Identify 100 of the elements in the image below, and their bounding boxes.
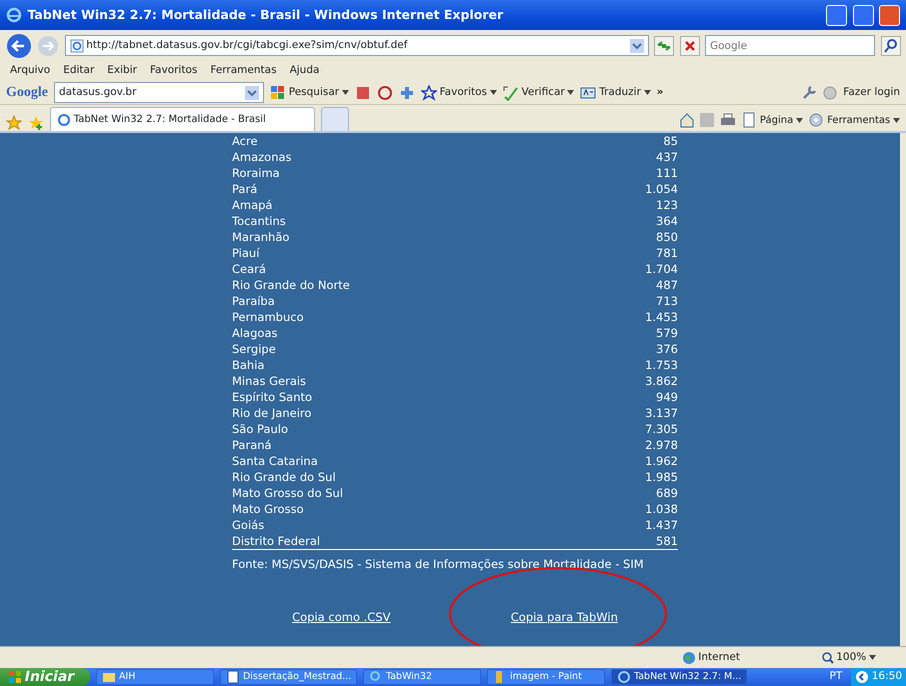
language-indicator[interactable]: PT [826,669,845,685]
state-name: Distrito Federal [232,533,320,549]
user-icon [823,86,838,100]
state-name: Paraná [232,437,272,453]
folder-icon [102,670,116,684]
state-name: Sergipe [232,341,276,357]
stop-icon[interactable] [680,36,700,56]
source-note: Fonte: MS/SVS/DASIS - Sistema de Informações sobre Mortalidade - SIM [232,556,645,572]
state-name: Mato Grosso do Sul [232,485,344,501]
toolbar-search-field[interactable]: datasus.gov.br [54,82,264,103]
refresh-icon[interactable] [654,36,674,56]
menu-item[interactable]: Ferramentas [210,63,277,79]
query-text: datasus.gov.br [59,84,138,100]
state-name: Rio Grande do Sul [232,469,336,485]
maximize-button[interactable] [852,4,874,26]
caret-icon [893,118,900,123]
caret-icon [567,90,574,95]
caret-icon [342,90,349,95]
page-icon [741,112,758,128]
taskbar-button[interactable]: TabNet Win32 2.7: M... [611,669,748,685]
caret-icon [490,90,497,95]
toolbar-button[interactable]: Pesquisar [288,84,349,100]
window-title: TabNet Win32 2.7: Mortalidade - Brasil - Windows Internet Explorer [28,6,504,24]
plus-icon[interactable] [398,84,415,100]
state-name: São Paulo [232,421,288,437]
death-count: 1.753 [645,357,678,373]
death-count: 1.054 [645,181,678,197]
menu-item[interactable]: Ajuda [290,63,320,79]
death-count: 487 [656,277,678,293]
menu-item[interactable]: Favoritos [150,63,198,79]
browser-icon [617,670,632,684]
taskbar-button[interactable]: imagem - Paint [487,669,606,685]
state-name: Rio de Janeiro [232,405,312,421]
taskbar-button[interactable]: Dissertação_Mestrad... [220,669,358,685]
death-count: 3.137 [645,405,678,421]
sign-in-link[interactable]: Fazer login [843,84,900,100]
toolbar-button[interactable]: Verificar [522,84,574,100]
favorites-star-icon[interactable] [6,115,22,131]
search-field[interactable]: Google [705,35,875,56]
death-count: 949 [656,389,678,405]
command-button[interactable]: Ferramentas [827,112,900,128]
death-count: 1.038 [645,501,678,517]
windows-logo-icon [8,670,22,684]
death-count: 376 [656,341,678,357]
start-button[interactable]: Iniciar [0,668,90,686]
minimize-button[interactable] [826,4,847,26]
caret-icon [869,655,876,660]
command-button[interactable]: Página [760,112,803,128]
death-count: 581 [656,533,678,549]
state-name: Pernambuco [232,309,304,325]
browser-icon [6,7,22,23]
state-name: Santa Catarina [232,453,318,469]
death-count: 123 [656,197,678,213]
wrench-icon[interactable] [801,84,818,100]
copy-link[interactable]: Copia para TabWin [510,608,618,626]
add-favorite-icon[interactable] [28,115,44,131]
state-name: Pará [232,181,258,197]
clock: 16:50 [872,669,902,684]
taskbar-button[interactable]: TabWin32 [363,669,482,685]
dropdown-icon[interactable] [630,38,644,52]
menu-item[interactable]: Exibir [107,63,137,79]
toolbar-button[interactable]: Favoritos [440,84,497,100]
death-count: 2.978 [645,437,678,453]
state-name: Mato Grosso [232,501,304,517]
death-count: 850 [656,229,678,245]
more-button[interactable]: » [656,84,664,100]
google-logo: Google [6,84,48,102]
close-button[interactable] [879,4,900,26]
taskbar-button[interactable]: AIH [96,669,214,685]
state-name: Goiás [232,517,264,533]
search-icon[interactable] [880,36,900,56]
state-name: Bahia [232,357,264,373]
copy-link[interactable]: Copia como .CSV [292,608,390,626]
document-icon [226,670,240,684]
menu-item[interactable]: Editar [63,63,94,79]
death-count: 689 [656,485,678,501]
death-count: 1.704 [645,261,678,277]
state-name: Alagoas [232,325,278,341]
chevron-icon[interactable] [854,670,869,684]
state-name: Maranhão [232,229,290,245]
zoom-level[interactable]: 100% [836,650,876,666]
address-field[interactable]: http://tabnet.datasus.gov.br/cgi/tabcgi.exe?sim/cnv/obtuf.def [64,35,648,56]
url-text: http://tabnet.datasus.gov.br/cgi/tabcgi.exe?sim/cnv/obtuf.def [86,38,409,53]
toolbar-button[interactable]: Traduzir [599,84,651,100]
death-count: 3.862 [645,373,678,389]
dropdown-icon[interactable] [245,86,259,100]
state-name: Rio Grande do Norte [232,277,350,293]
state-name: Tocantins [232,213,286,229]
state-name: Amazonas [232,149,292,165]
translate-icon [580,84,596,100]
state-name: Minas Gerais [232,373,306,389]
back-icon[interactable] [6,32,32,58]
state-name: Espírito Santo [232,389,312,405]
death-count: 1.985 [645,469,678,485]
home-icon[interactable] [678,112,695,128]
death-count: 85 [663,133,678,149]
zone-label: Internet [698,650,740,665]
zoom-icon [822,652,834,664]
menu-item[interactable]: Arquivo [10,63,50,79]
browser-tab[interactable]: TabNet Win32 2.7: Mortalidade - Brasil [50,107,315,131]
